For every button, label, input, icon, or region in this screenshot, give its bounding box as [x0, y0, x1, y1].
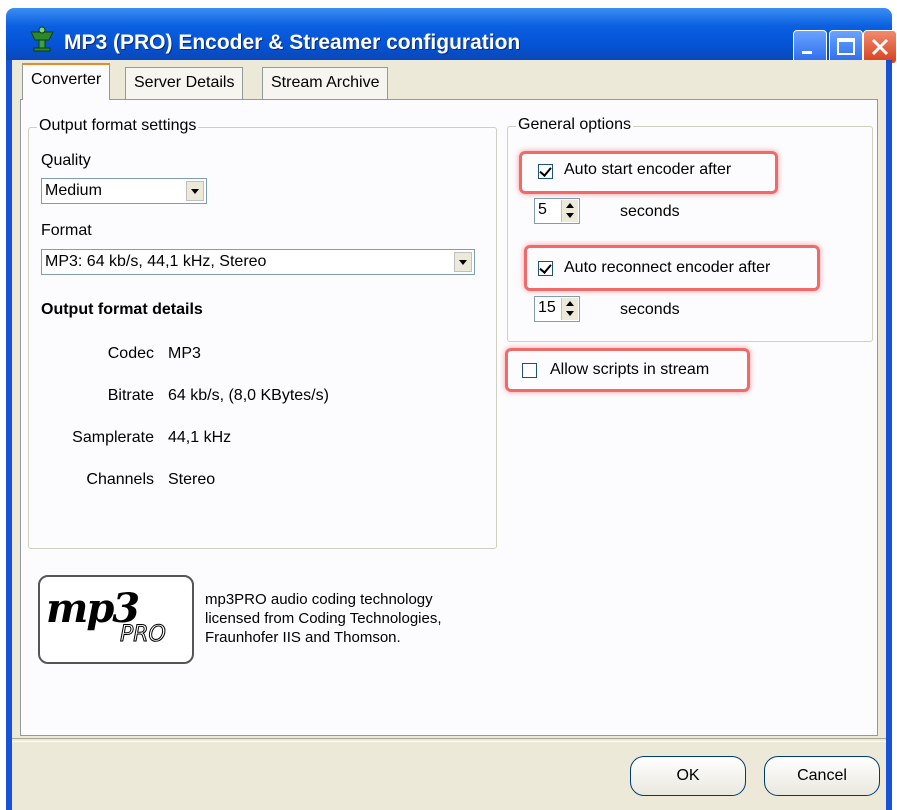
app-icon — [30, 26, 54, 52]
channels-label: Channels — [86, 471, 154, 488]
maximize-button[interactable] — [829, 30, 863, 64]
close-icon — [871, 38, 889, 56]
auto-reconnect-seconds-value: 15 — [538, 299, 556, 316]
format-label: Format — [41, 222, 92, 239]
tab-converter[interactable]: Converter — [22, 63, 111, 100]
auto-start-seconds-value: 5 — [538, 201, 547, 218]
config-window: MP3 (PRO) Encoder & Streamer configurati… — [0, 0, 897, 810]
samplerate-value: 44,1 kHz — [168, 429, 232, 446]
minimize-button[interactable] — [793, 30, 827, 64]
output-details-heading: Output format details — [41, 301, 203, 318]
close-button[interactable] — [863, 30, 897, 64]
auto-start-seconds-unit: seconds — [620, 203, 680, 220]
auto-start-seconds-spinner[interactable]: 5 — [534, 198, 580, 224]
minimize-icon — [802, 51, 812, 54]
quality-value: Medium — [45, 182, 102, 199]
footer-separator — [12, 738, 886, 742]
auto-reconnect-label[interactable]: Auto reconnect encoder after — [564, 259, 770, 277]
codec-label: Codec — [107, 345, 154, 362]
title-bar[interactable]: MP3 (PRO) Encoder & Streamer configurati… — [6, 8, 897, 64]
allow-scripts-label[interactable]: Allow scripts in stream — [550, 361, 709, 379]
quality-label: Quality — [41, 152, 91, 169]
spinner-arrows-icon[interactable] — [561, 200, 578, 222]
cancel-button[interactable]: Cancel — [764, 756, 880, 796]
tab-server-details[interactable]: Server Details — [125, 67, 244, 99]
license-note-line: mp3PRO audio coding technology — [205, 591, 433, 608]
allow-scripts-checkbox[interactable] — [522, 363, 537, 378]
window-title: MP3 (PRO) Encoder & Streamer configurati… — [64, 31, 521, 54]
mp3pro-logo: mp3 PRO — [38, 575, 194, 664]
samplerate-label: Samplerate — [72, 429, 154, 446]
auto-start-label[interactable]: Auto start encoder after — [564, 161, 731, 179]
general-options-group-title: General options — [516, 116, 633, 134]
license-note-line: licensed from Coding Technologies, — [205, 610, 442, 627]
auto-reconnect-seconds-spinner[interactable]: 15 — [534, 296, 580, 322]
auto-reconnect-checkbox[interactable] — [538, 261, 553, 276]
auto-start-checkbox[interactable] — [538, 164, 553, 179]
spinner-arrows-icon[interactable] — [561, 298, 578, 320]
mp3pro-logo-sub: PRO — [120, 622, 167, 648]
codec-value: MP3 — [168, 345, 201, 362]
channels-value: Stereo — [168, 471, 216, 488]
format-value: MP3: 64 kb/s, 44,1 kHz, Stereo — [45, 253, 267, 270]
quality-select[interactable]: Medium — [41, 178, 207, 204]
output-format-group-title: Output format settings — [37, 117, 199, 135]
bitrate-label: Bitrate — [107, 387, 154, 404]
license-note-line: Fraunhofer IIS and Thomson. — [205, 629, 401, 646]
tab-stream-archive[interactable]: Stream Archive — [262, 67, 389, 99]
maximize-icon — [837, 38, 855, 55]
auto-reconnect-seconds-unit: seconds — [620, 301, 680, 318]
bitrate-value: 64 kb/s, (8,0 KBytes/s) — [168, 387, 329, 404]
window-frame-right — [886, 60, 892, 810]
ok-button[interactable]: OK — [630, 756, 746, 796]
chevron-down-icon[interactable] — [186, 181, 204, 201]
chevron-down-icon[interactable] — [454, 252, 472, 272]
license-note: mp3PRO audio coding technology licensed … — [205, 590, 505, 647]
format-select[interactable]: MP3: 64 kb/s, 44,1 kHz, Stereo — [41, 249, 475, 275]
